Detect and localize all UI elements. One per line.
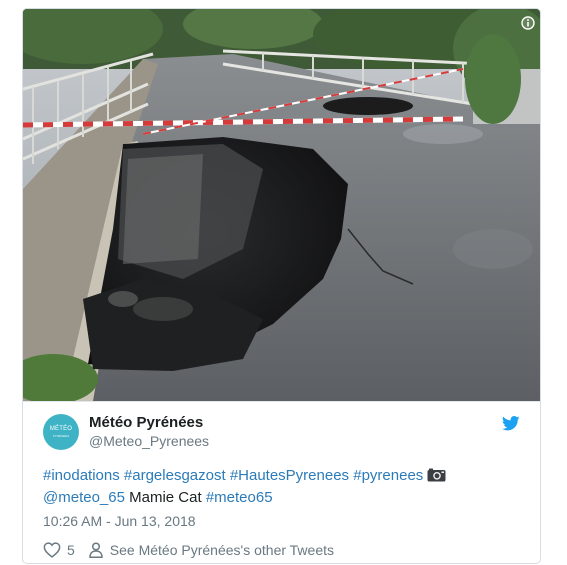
divider xyxy=(23,401,540,402)
tweet-photo[interactable] xyxy=(23,9,540,401)
timestamp[interactable]: 10:26 AM - Jun 13, 2018 xyxy=(43,513,196,529)
hashtag-link[interactable]: #argelesgazost xyxy=(124,467,226,484)
heart-icon[interactable] xyxy=(43,542,61,558)
avatar-logo-subtext: PYRÉNÉES xyxy=(52,434,70,438)
camera-icon xyxy=(427,468,446,482)
hashtag-link[interactable]: #HautesPyrenees xyxy=(230,467,349,484)
author-name[interactable]: Météo Pyrénées xyxy=(89,414,203,431)
person-icon xyxy=(89,542,103,558)
other-tweets-link[interactable]: See Météo Pyrénées's other Tweets xyxy=(110,542,334,558)
avatar[interactable]: MÉTÉO PYRÉNÉES xyxy=(43,414,79,450)
author-handle[interactable]: @Meteo_Pyrenees xyxy=(89,433,209,449)
avatar-logo-text: MÉTÉO xyxy=(49,426,73,432)
tweet-text: #inodations #argelesgazost #HautesPyrene… xyxy=(43,465,523,509)
like-count[interactable]: 5 xyxy=(67,542,75,558)
hashtag-link[interactable]: #inodations xyxy=(43,467,120,484)
tweet-card: MÉTÉO PYRÉNÉES Météo Pyrénées @Meteo_Pyr… xyxy=(22,8,541,564)
hashtag-link[interactable]: #pyrenees xyxy=(353,467,423,484)
hashtag-link[interactable]: #meteo65 xyxy=(206,489,273,506)
plain-text: Mamie Cat xyxy=(129,489,202,506)
mention-link[interactable]: @meteo_65 xyxy=(43,489,125,506)
tweet-actions: 5 See Météo Pyrénées's other Tweets xyxy=(43,540,334,560)
info-icon[interactable] xyxy=(521,16,535,30)
sinkhole-image xyxy=(23,9,540,401)
twitter-bird-icon[interactable] xyxy=(502,416,520,431)
